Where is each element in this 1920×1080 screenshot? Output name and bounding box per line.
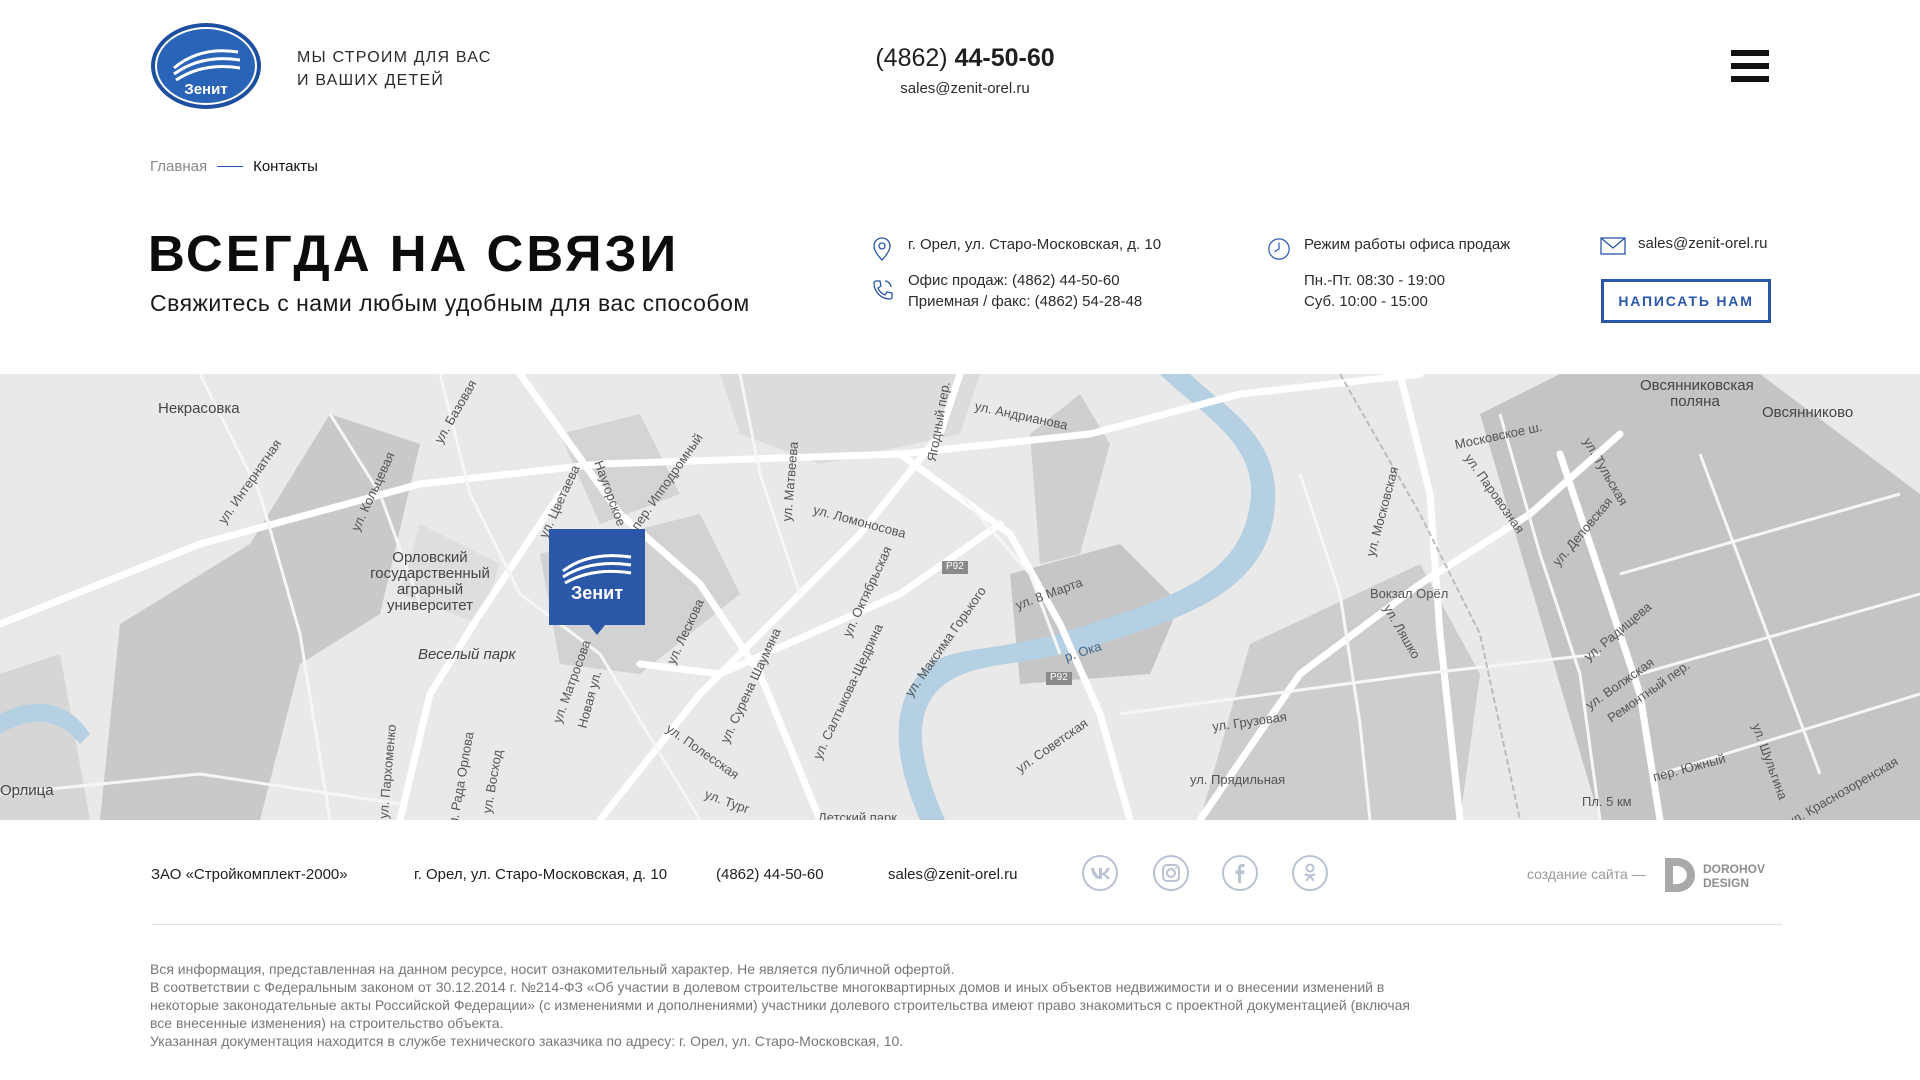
phone-code: (4862) — [875, 44, 948, 72]
legal-disclaimer: Вся информация, представленная на данном… — [150, 960, 1410, 1050]
disclaimer-line: В соответствии с Федеральным законом от … — [150, 979, 1411, 1031]
disclaimer-line: Указанная документация находится в служб… — [150, 1033, 904, 1049]
hours-title: Режим работы офиса продаж — [1304, 236, 1511, 253]
disclaimer-line: Вся информация, представленная на данном… — [150, 961, 955, 977]
footer-address: г. Орел, ул. Старо-Московская, д. 10 — [414, 866, 668, 883]
clock-icon — [1268, 238, 1290, 260]
tagline: МЫ СТРОИМ ДЛЯ ВАС И ВАШИХ ДЕТЕЙ — [297, 46, 557, 92]
site-credit: создание сайта — — [1527, 866, 1646, 882]
map-label-5km: Пл. 5 км — [1582, 794, 1632, 809]
write-us-button[interactable]: НАПИСАТЬ НАМ — [1601, 279, 1771, 323]
breadcrumb-home[interactable]: Главная — [150, 158, 207, 175]
header-phone[interactable]: (4862) 44-50-60 — [860, 44, 1070, 73]
hamburger-icon[interactable] — [1731, 50, 1771, 90]
tagline-line2: И ВАШИХ ДЕТЕЙ — [297, 72, 445, 89]
zenit-logo[interactable]: Зенит — [150, 22, 262, 110]
map-label-nekrasovka: Некрасовка — [158, 400, 240, 417]
footer-email[interactable]: sales@zenit-orel.ru — [888, 866, 1017, 883]
dorohov-line1: DOROHOV — [1703, 862, 1765, 876]
location-pin-icon — [873, 237, 891, 261]
map-label-station: Вокзал Орёл — [1370, 586, 1449, 601]
breadcrumb-current: Контакты — [253, 158, 318, 175]
map-label-vesely-park: Веселый парк — [418, 646, 516, 663]
header-email[interactable]: sales@zenit-orel.ru — [860, 80, 1070, 97]
map-label-pryadilnaya: ул. Прядильная — [1190, 772, 1286, 787]
page-subtitle: Свяжитесь с нами любым удобным для вас с… — [150, 290, 750, 316]
contact-fax[interactable]: Приемная / факс: (4862) 54-28-48 — [908, 291, 1142, 312]
footer-phone[interactable]: (4862) 44-50-60 — [716, 866, 824, 883]
site-header: Зенит МЫ СТРОИМ ДЛЯ ВАС И ВАШИХ ДЕТЕЙ (4… — [0, 0, 1920, 140]
instagram-icon[interactable] — [1153, 855, 1189, 891]
phone-icon — [873, 280, 893, 300]
dorohov-design-logo[interactable]: DOROHOV DESIGN — [1663, 856, 1775, 894]
hours-weekdays: Пн.-Пт. 08:30 - 19:00 — [1304, 272, 1445, 289]
breadcrumb-separator — [217, 166, 244, 167]
map-label-ovsyannikovskaya: Овсянниковская поляна — [1640, 377, 1754, 410]
dorohov-line2: DESIGN — [1703, 876, 1749, 890]
hours-saturday: Суб. 10:00 - 15:00 — [1304, 293, 1428, 310]
logo-text: Зенит — [184, 81, 227, 98]
footer-company: ЗАО «Стройкомплект-2000» — [151, 866, 348, 883]
map-label-p92-a: Р92 — [946, 561, 964, 572]
map-label-orlitsa: Орлица — [0, 782, 54, 799]
map-label-detsky-park: Детский парк — [818, 810, 897, 820]
breadcrumb: Главная Контакты — [150, 158, 318, 175]
map-label-ovsyannikovo: Овсянниково — [1762, 404, 1854, 421]
page-title: ВСЕГДА НА СВЯЗИ — [148, 225, 680, 282]
map-label-university: Орловский государственный аграрный униве… — [370, 549, 490, 614]
map[interactable]: Некрасовка Овсянниковская поляна Овсянни… — [0, 374, 1920, 820]
map-canvas — [0, 374, 1920, 820]
marker-text: Зенит — [570, 583, 624, 603]
odnoklassniki-icon[interactable] — [1292, 855, 1328, 891]
contact-address: г. Орел, ул. Старо-Московская, д. 10 — [908, 236, 1162, 253]
footer-divider — [152, 924, 1782, 925]
tagline-line1: МЫ СТРОИМ ДЛЯ ВАС — [297, 49, 492, 66]
map-marker[interactable]: Зенит — [549, 529, 645, 635]
marker-building-icon — [562, 554, 632, 585]
map-label-p92-b: Р92 — [1050, 672, 1068, 683]
mail-icon — [1600, 237, 1626, 255]
vk-icon[interactable] — [1082, 855, 1118, 891]
contact-email[interactable]: sales@zenit-orel.ru — [1638, 233, 1767, 254]
facebook-icon[interactable] — [1222, 855, 1258, 891]
phone-number: 44-50-60 — [954, 44, 1055, 72]
contact-office-phone[interactable]: Офис продаж: (4862) 44-50-60 — [908, 270, 1120, 291]
